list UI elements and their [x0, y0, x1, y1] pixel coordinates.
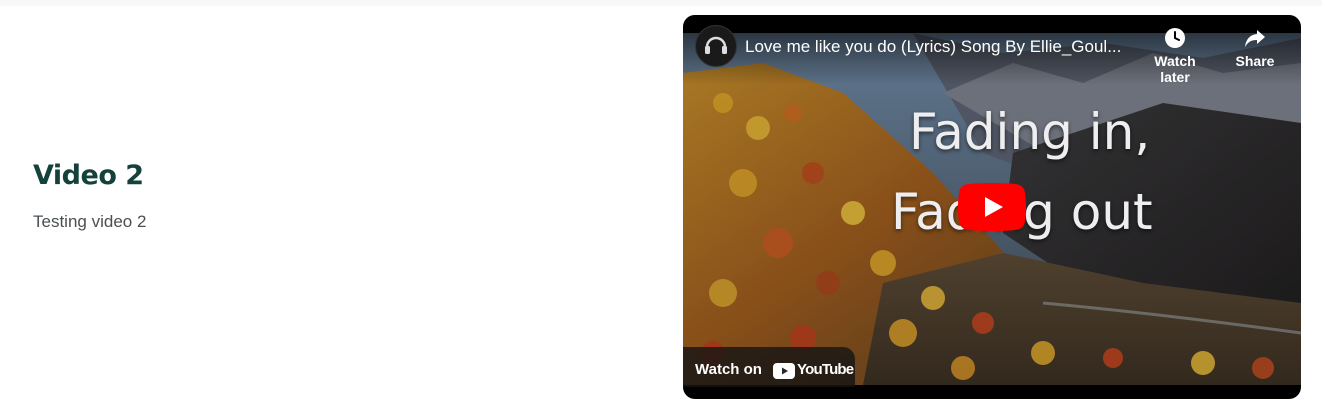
- share-button[interactable]: Share: [1235, 27, 1275, 69]
- player-top-bar: Love me like you do (Lyrics) Song By Ell…: [683, 15, 1301, 85]
- watch-on-label: Watch on: [695, 361, 762, 378]
- headphones-icon: [705, 36, 727, 54]
- lyrics-line-1: Fading in,: [909, 103, 1151, 161]
- play-icon: [958, 183, 1026, 231]
- youtube-embed-player[interactable]: Fading in, Fading out Love me like you d…: [683, 15, 1301, 399]
- channel-avatar[interactable]: [695, 25, 737, 67]
- top-divider: [0, 0, 1322, 6]
- share-arrow-icon: [1245, 30, 1265, 47]
- watch-on-youtube-link[interactable]: Watch on YouTube: [683, 347, 855, 387]
- video-title-link[interactable]: Love me like you do (Lyrics) Song By Ell…: [745, 37, 1121, 57]
- youtube-logo: YouTube: [773, 360, 854, 380]
- youtube-wordmark: YouTube: [797, 361, 854, 378]
- clock-icon: [1165, 28, 1185, 48]
- watch-later-label: Watch later: [1154, 53, 1196, 85]
- watch-later-button[interactable]: Watch later: [1139, 27, 1211, 85]
- share-label: Share: [1235, 53, 1275, 69]
- video-info: Video 2 Testing video 2: [33, 158, 146, 233]
- section-title: Video 2: [33, 160, 144, 191]
- youtube-play-icon: [773, 363, 795, 379]
- section-description: Testing video 2: [33, 212, 147, 231]
- play-button[interactable]: [958, 183, 1026, 231]
